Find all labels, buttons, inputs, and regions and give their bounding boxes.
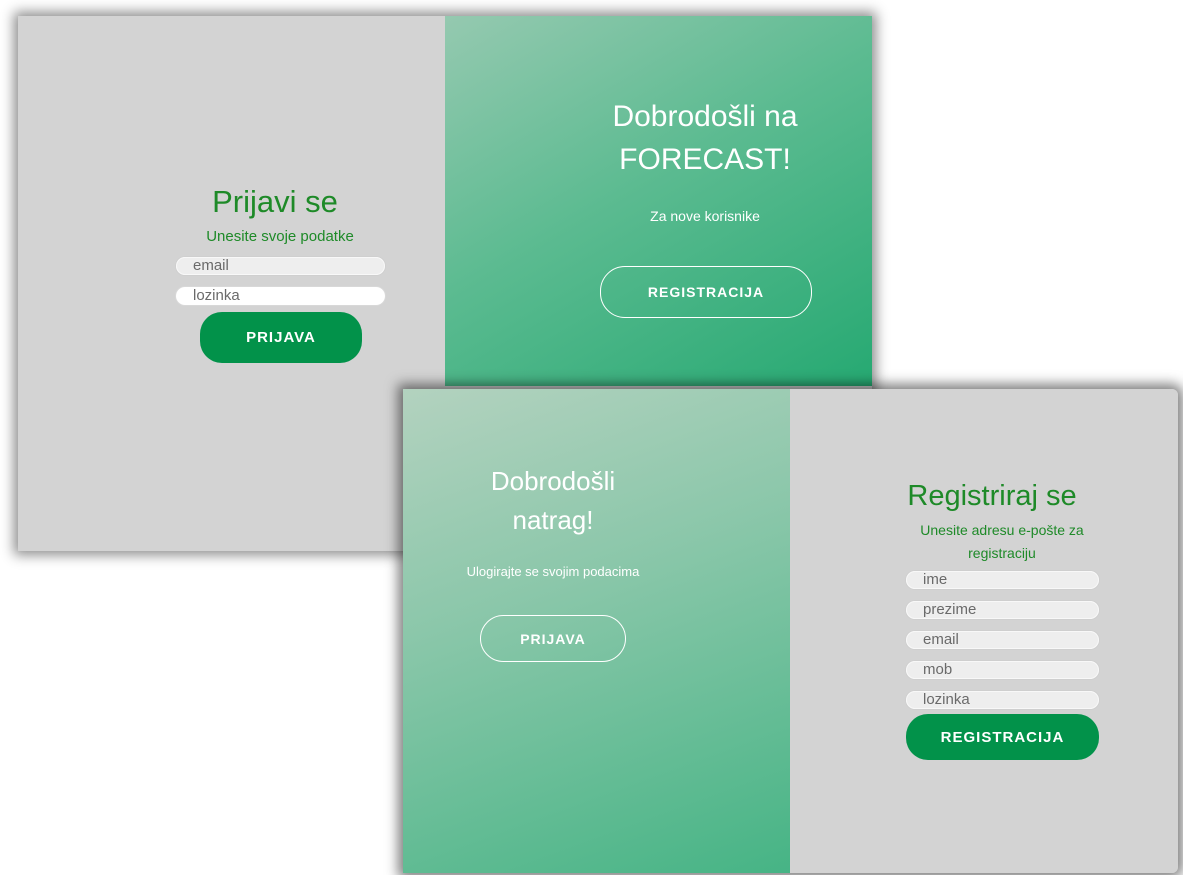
register-button[interactable]: REGISTRACIJA: [906, 714, 1099, 760]
register-title: Registriraj se: [907, 480, 1077, 512]
welcome-back-title: Dobrodošli natrag!: [490, 466, 616, 535]
welcome-subtitle: Za nove korisnike: [650, 208, 760, 224]
welcome-back-subtitle: Ulogirajte se svojim podacima: [466, 564, 640, 579]
login-button[interactable]: PRIJAVA: [200, 312, 362, 363]
register-switch-button[interactable]: REGISTRACIJA: [600, 266, 812, 318]
register-password-field[interactable]: [906, 691, 1099, 709]
welcome-title: Dobrodošli na FORECAST!: [612, 100, 798, 176]
password-field[interactable]: [176, 287, 385, 305]
login-form-panel: Prijavi se Unesite svoje podatke PRIJAVA: [18, 16, 445, 551]
register-subtitle: Unesite adresu e-pošte za registraciju: [920, 522, 1084, 561]
welcome-panel: Dobrodošli na FORECAST! Za nove korisnik…: [445, 16, 872, 386]
register-card: Dobrodošli natrag! Ulogirajte se svojim …: [403, 389, 1178, 873]
login-switch-button[interactable]: PRIJAVA: [480, 615, 626, 662]
last-name-field[interactable]: [906, 601, 1099, 619]
welcome-back-panel: Dobrodošli natrag! Ulogirajte se svojim …: [403, 389, 790, 873]
register-form-panel: Registriraj se Unesite adresu e-pošte za…: [790, 389, 1178, 873]
first-name-field[interactable]: [906, 571, 1099, 589]
email-field[interactable]: [176, 257, 385, 275]
login-title: Prijavi se: [212, 184, 338, 219]
phone-field[interactable]: [906, 661, 1099, 679]
register-email-field[interactable]: [906, 631, 1099, 649]
login-subtitle: Unesite svoje podatke: [206, 228, 354, 245]
